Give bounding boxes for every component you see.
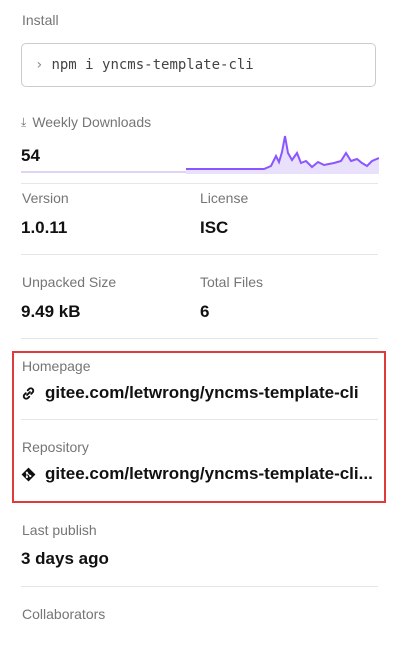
downloads-sparkline	[186, 135, 379, 174]
version-value: 1.0.11	[21, 218, 68, 237]
homepage-label: Homepage	[22, 358, 91, 374]
link-icon	[22, 386, 35, 400]
chevron-right-icon: ›	[35, 57, 44, 73]
divider	[21, 254, 378, 255]
divider	[21, 586, 378, 587]
homepage-link[interactable]: gitee.com/letwrong/yncms-template-cli	[21, 383, 359, 403]
repository-link-text[interactable]: gitee.com/letwrong/yncms-template-cli...	[45, 464, 373, 484]
total-files-value: 6	[200, 302, 210, 321]
install-command[interactable]: npm i yncms-template-cli	[51, 57, 253, 73]
divider	[21, 419, 378, 420]
divider	[21, 338, 378, 339]
total-files-label: Total Files	[200, 274, 264, 290]
collaborators-label: Collaborators	[22, 606, 106, 622]
license-label: License	[200, 190, 249, 206]
unpacked-size-label: Unpacked Size	[22, 274, 117, 290]
repository-label: Repository	[22, 439, 89, 455]
git-icon	[21, 467, 36, 481]
weekly-downloads-value: 54	[21, 146, 40, 165]
weekly-downloads-label: ⤓ Weekly Downloads	[21, 114, 151, 130]
sparkline-baseline	[21, 171, 186, 173]
download-icon: ⤓	[21, 114, 27, 129]
install-label: Install	[22, 12, 59, 28]
last-publish-value: 3 days ago	[21, 549, 109, 568]
install-command-box[interactable]: › npm i yncms-template-cli	[21, 43, 376, 87]
weekly-downloads-text: Weekly Downloads	[32, 114, 152, 130]
homepage-link-text[interactable]: gitee.com/letwrong/yncms-template-cli	[45, 383, 359, 403]
divider	[21, 183, 378, 184]
last-publish-label: Last publish	[22, 522, 97, 538]
version-label: Version	[22, 190, 69, 206]
unpacked-size-value: 9.49 kB	[21, 302, 81, 321]
repository-link[interactable]: gitee.com/letwrong/yncms-template-cli...	[21, 464, 373, 484]
package-sidebar: Install › npm i yncms-template-cli ⤓ Wee…	[0, 0, 417, 647]
license-value: ISC	[200, 218, 229, 237]
